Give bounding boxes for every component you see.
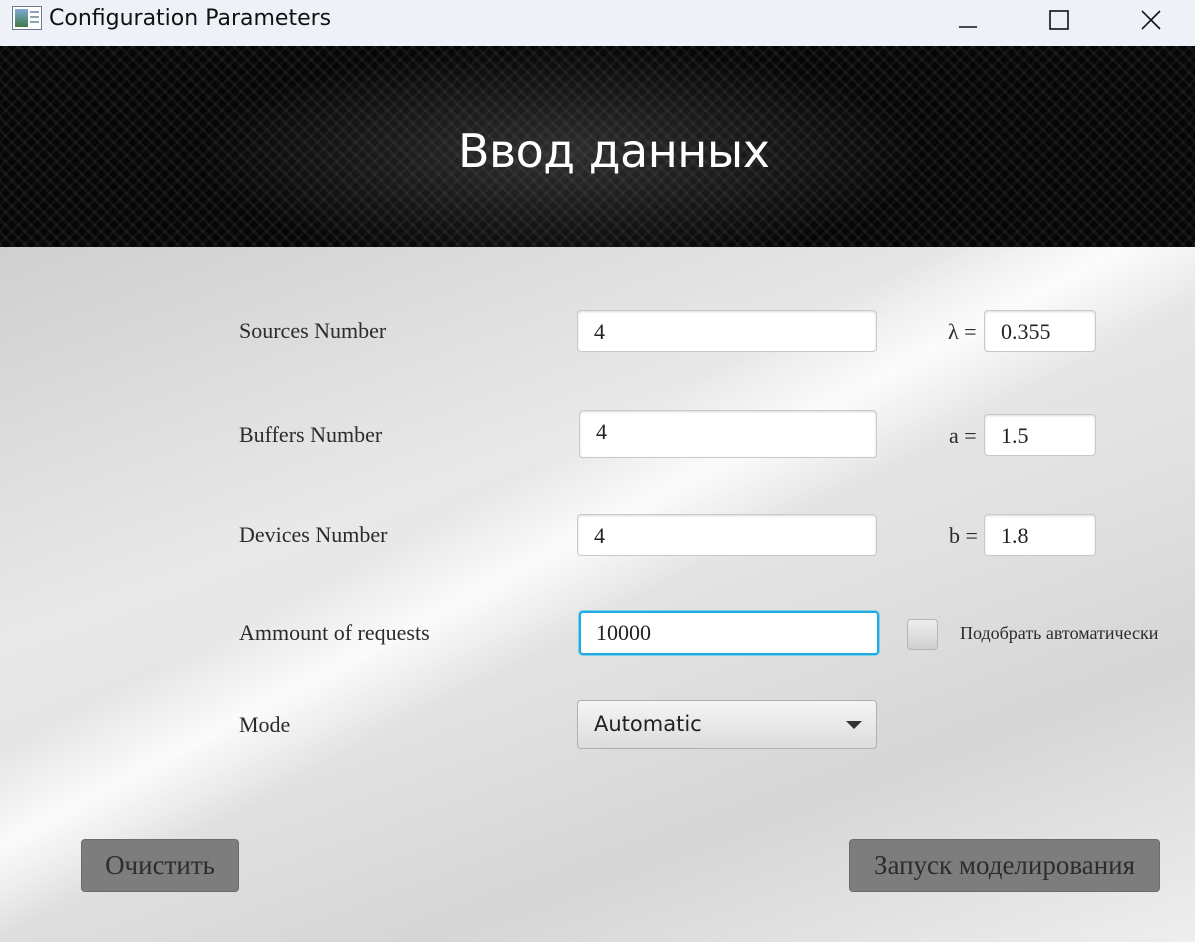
- chevron-down-icon: [846, 721, 862, 729]
- sources-number-input[interactable]: 4: [577, 310, 877, 352]
- devices-number-input[interactable]: 4: [577, 514, 877, 556]
- form-panel: Sources Number 4 λ = 0.355 Buffers Numbe…: [0, 247, 1195, 942]
- close-button[interactable]: [1128, 0, 1174, 40]
- buffers-number-label: Buffers Number: [239, 422, 383, 447]
- close-icon: [1141, 10, 1161, 30]
- lambda-input[interactable]: 0.355: [984, 310, 1096, 352]
- mode-label: Mode: [239, 712, 291, 737]
- a-input[interactable]: 1.5: [984, 414, 1096, 456]
- app-icon: [12, 6, 42, 30]
- mode-select[interactable]: Automatic: [577, 700, 877, 749]
- minimize-icon: [959, 26, 977, 28]
- lambda-label: λ =: [948, 319, 977, 344]
- sources-number-label: Sources Number: [239, 318, 387, 343]
- auto-select-label: Подобрать автоматически: [960, 623, 1159, 643]
- maximize-icon: [1049, 10, 1069, 30]
- maximize-button[interactable]: [1036, 0, 1082, 40]
- buffers-number-input[interactable]: 4: [579, 410, 877, 458]
- header-banner: Ввод данных: [0, 46, 1195, 247]
- window-title: Configuration Parameters: [49, 6, 332, 31]
- clear-button[interactable]: Очистить: [81, 839, 239, 892]
- minimize-button[interactable]: [945, 0, 991, 40]
- title-bar: Configuration Parameters: [0, 0, 1195, 46]
- a-label: a =: [949, 423, 977, 448]
- devices-number-label: Devices Number: [239, 522, 388, 547]
- page-title: Ввод данных: [458, 124, 770, 178]
- run-simulation-button[interactable]: Запуск моделирования: [849, 839, 1160, 892]
- b-label: b =: [949, 523, 978, 548]
- mode-select-value: Automatic: [594, 712, 702, 736]
- requests-amount-label: Ammount of requests: [239, 620, 430, 645]
- b-input[interactable]: 1.8: [984, 514, 1096, 556]
- auto-select-checkbox[interactable]: [907, 619, 938, 650]
- requests-amount-input[interactable]: 10000: [579, 611, 879, 655]
